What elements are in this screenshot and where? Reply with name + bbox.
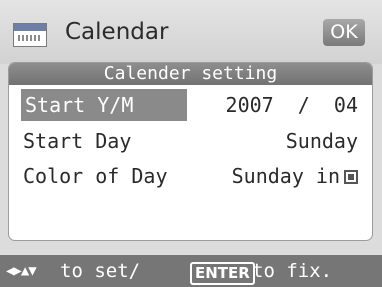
start-ym-row[interactable]: Start Y/M 2007 / 04 (9, 89, 372, 121)
settings-panel: Calender setting Start Y/M 2007 / 04 Sta… (9, 63, 372, 240)
color-of-day-row[interactable]: Color of Day Sunday in (9, 160, 372, 192)
header-bar: Calendar OK (0, 0, 382, 64)
start-day-value[interactable]: Sunday (286, 125, 358, 157)
help-bar: ◀▶▲▼ to set/ ENTER to fix. (0, 255, 382, 287)
calendar-icon (13, 23, 47, 47)
enter-key-icon: ENTER (190, 262, 255, 285)
help-text-fix: to fix. (252, 260, 333, 282)
help-text-set: to set/ (60, 260, 141, 282)
color-of-day-label: Color of Day (23, 164, 168, 188)
color-swatch-icon (344, 170, 358, 184)
calendar-icon-top (14, 24, 46, 31)
color-of-day-text: Sunday in (231, 164, 340, 188)
start-day-label: Start Day (23, 129, 132, 153)
start-day-row[interactable]: Start Day Sunday (9, 125, 372, 157)
panel-title: Calender setting (9, 63, 372, 85)
page-title: Calendar (65, 19, 169, 45)
start-ym-label: Start Y/M (21, 89, 187, 121)
color-of-day-value[interactable]: Sunday in (232, 160, 358, 192)
calendar-screen: Calendar OK Calender setting Start Y/M 2… (0, 0, 382, 287)
calendar-icon-days (18, 35, 42, 41)
start-ym-value[interactable]: 2007 / 04 (226, 89, 358, 121)
arrow-keys-icon: ◀▶▲▼ (6, 263, 37, 279)
ok-button[interactable]: OK (323, 19, 365, 46)
